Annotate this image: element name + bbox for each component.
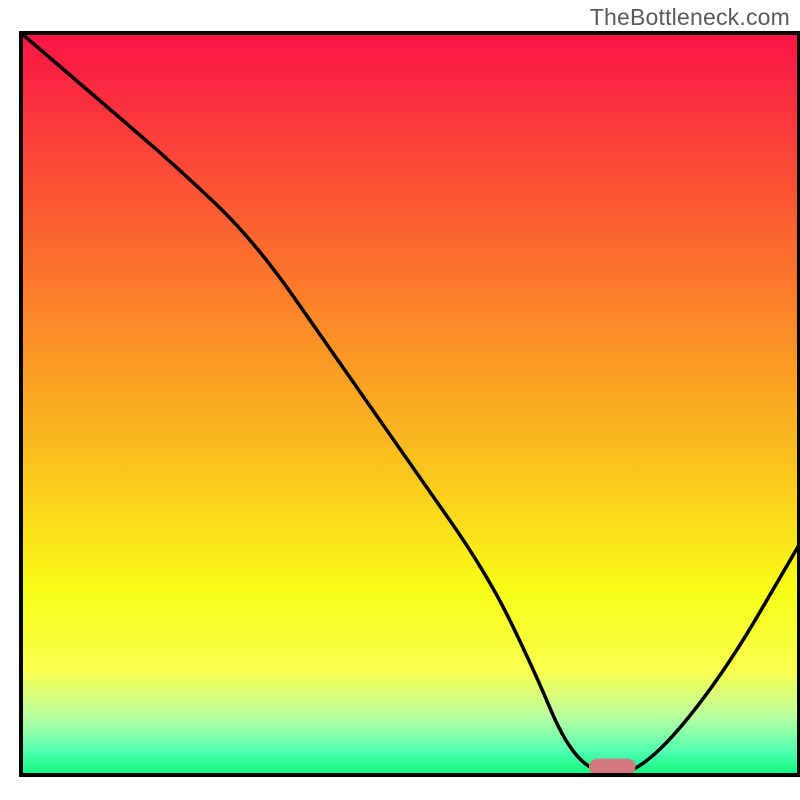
bottleneck-curve-chart [0, 0, 800, 800]
optimal-marker [589, 759, 636, 775]
plot-background [21, 33, 799, 775]
chart-container: TheBottleneck.com [0, 0, 800, 800]
watermark-text: TheBottleneck.com [590, 4, 790, 31]
